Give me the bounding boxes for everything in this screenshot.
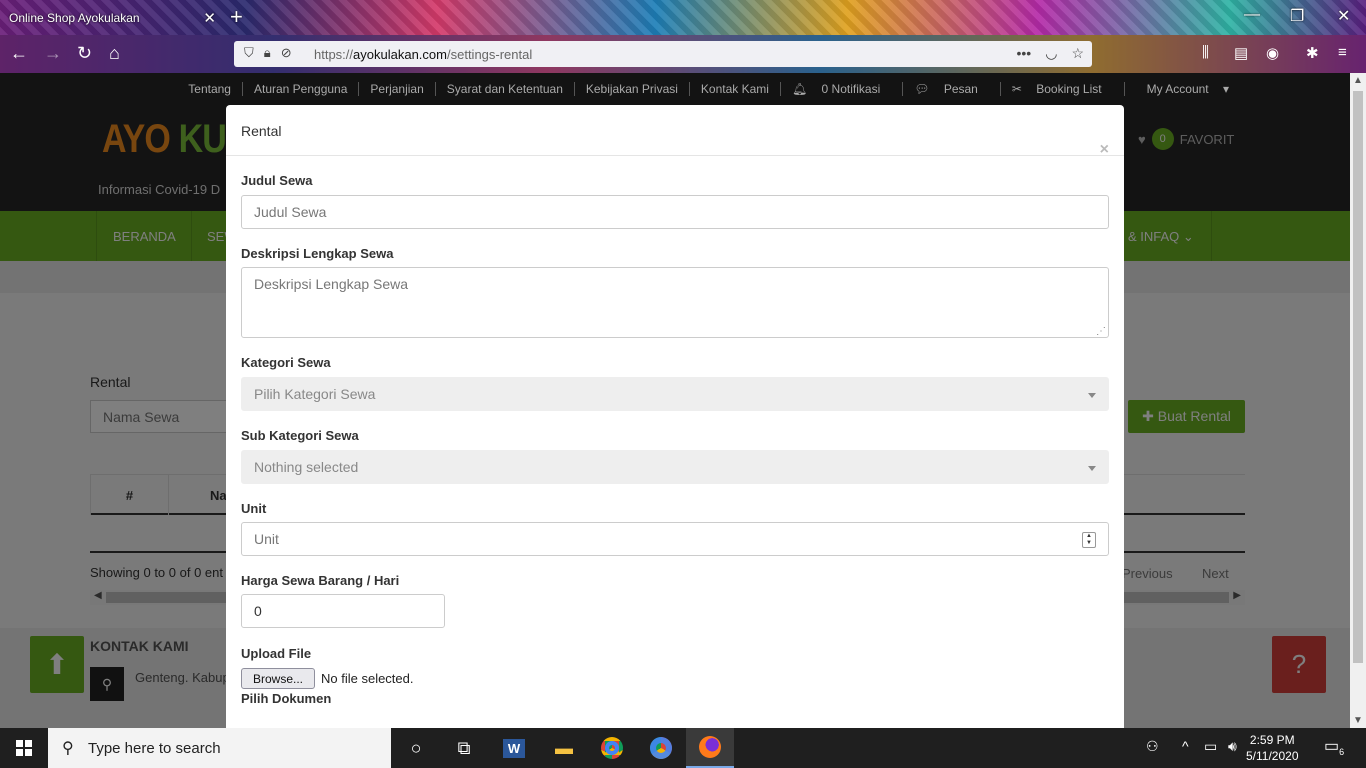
file-status: No file selected.: [321, 671, 414, 686]
windows-start-icon[interactable]: [16, 740, 32, 756]
toplink-booking[interactable]: ✂ Booking List: [1001, 82, 1125, 96]
unit-placeholder: Unit: [254, 531, 279, 547]
kategori-label: Kategori Sewa: [241, 355, 331, 370]
chevron-down-icon: [1088, 393, 1096, 398]
taskbar-search-placeholder: Type here to search: [88, 739, 221, 757]
scroll-up-icon[interactable]: ▲: [1353, 75, 1363, 86]
firefox-icon[interactable]: [686, 728, 734, 768]
account-icon[interactable]: ◉: [1266, 44, 1279, 62]
subkategori-value: Nothing selected: [254, 459, 359, 475]
library-icon[interactable]: ⫼: [1202, 44, 1209, 61]
system-clock[interactable]: 2:59 PM 5/11/2020: [1246, 732, 1299, 764]
browse-file-button[interactable]: Browse...: [241, 668, 315, 689]
cortana-icon[interactable]: ○: [392, 728, 440, 768]
sidebar-icon[interactable]: ▤: [1234, 44, 1248, 62]
unit-input[interactable]: Unit ▲ ▼: [241, 522, 1109, 556]
toplink-tentang[interactable]: Tentang: [177, 82, 243, 96]
forward-icon[interactable]: →: [44, 43, 62, 64]
url-path: /settings-rental: [446, 46, 533, 62]
pocket-icon[interactable]: ◡: [1045, 45, 1057, 62]
page-scroll-thumb[interactable]: [1353, 91, 1363, 663]
kategori-value: Pilih Kategori Sewa: [254, 386, 376, 402]
top-links: Tentang Aturan Pengguna Perjanjian Syara…: [177, 82, 1240, 96]
account-label: My Account: [1146, 82, 1209, 96]
more-actions-icon[interactable]: •••: [1017, 45, 1032, 62]
file-explorer-icon[interactable]: ▬: [540, 728, 588, 768]
address-bar[interactable]: ⛉ 🔒︎ ⊘ https:// ayokulakan.com /settings…: [234, 41, 1092, 67]
toplink-perjanjian[interactable]: Perjanjian: [359, 82, 436, 96]
browser-tab[interactable]: Online Shop Ayokulakan ✕: [0, 0, 228, 35]
upload-label: Upload File: [241, 646, 312, 661]
taskbar-search[interactable]: ⚲ Type here to search: [48, 728, 391, 768]
number-spinner-icon[interactable]: ▲ ▼: [1082, 532, 1096, 548]
rental-modal: Rental × Judul Sewa Judul Sewa Deskripsi…: [226, 105, 1124, 728]
deskripsi-textarea[interactable]: Deskripsi Lengkap Sewa: [241, 267, 1109, 338]
notif-count: 6: [1339, 747, 1345, 758]
clock-time: 2:59 PM: [1249, 733, 1295, 747]
booking-label: Booking List: [1036, 82, 1102, 96]
search-icon: ⚲: [62, 740, 74, 757]
scroll-down-icon[interactable]: ▼: [1353, 715, 1363, 726]
deskripsi-placeholder: Deskripsi Lengkap Sewa: [254, 276, 409, 292]
chrome-icon-2[interactable]: [637, 728, 685, 768]
modal-header: Rental ×: [226, 105, 1124, 159]
toplink-aturan[interactable]: Aturan Pengguna: [243, 82, 360, 96]
modal-title: Rental: [241, 123, 282, 139]
clock-date: 5/11/2020: [1246, 749, 1299, 763]
tab-title: Online Shop Ayokulakan: [9, 10, 140, 25]
toplink-syarat[interactable]: Syarat dan Ketentuan: [436, 82, 575, 96]
taskbar: ⚲ Type here to search ○ ⧉ W ▬ ⚇ ^ ▭ 🔊︎ 2…: [0, 728, 1366, 768]
extensions-icon[interactable]: ✱: [1306, 44, 1319, 62]
minimize-button[interactable]: —: [1244, 6, 1260, 24]
judul-input[interactable]: Judul Sewa: [241, 195, 1109, 229]
harga-label: Harga Sewa Barang / Hari: [241, 573, 400, 588]
word-icon[interactable]: W: [490, 728, 538, 768]
harga-input[interactable]: 0: [241, 594, 445, 628]
modal-close-button[interactable]: ×: [1100, 141, 1109, 159]
deskripsi-label: Deskripsi Lengkap Sewa: [241, 246, 394, 261]
page-vertical-scrollbar[interactable]: ▲ ▼: [1350, 73, 1366, 728]
notifikasi-label: 0 Notifikasi: [821, 82, 881, 96]
toplink-pesan[interactable]: 💬︎ Pesan: [903, 82, 1001, 96]
chrome-icon[interactable]: [588, 728, 636, 768]
toplink-notifikasi[interactable]: 🔔︎ 0 Notifikasi: [781, 82, 904, 96]
pilih-dokumen-label: Pilih Dokumen: [241, 691, 332, 706]
tab-close-icon[interactable]: ✕: [203, 9, 216, 27]
unit-label: Unit: [241, 501, 267, 516]
network-icon[interactable]: ▭: [1204, 738, 1217, 755]
lock-icon[interactable]: 🔒︎: [264, 45, 271, 61]
pesan-label: Pesan: [943, 82, 978, 96]
chevron-down-icon: [1088, 466, 1096, 471]
url-host: ayokulakan.com: [353, 46, 447, 62]
tray-chevron-icon[interactable]: ^: [1182, 738, 1189, 754]
people-icon[interactable]: ⚇: [1146, 738, 1159, 755]
kategori-select[interactable]: Pilih Kategori Sewa: [241, 377, 1109, 411]
back-icon[interactable]: ←: [10, 43, 28, 64]
toplink-kebijakan[interactable]: Kebijakan Privasi: [575, 82, 690, 96]
subkategori-select[interactable]: Nothing selected: [241, 450, 1109, 484]
notification-center-icon[interactable]: ▭6: [1324, 736, 1344, 757]
url-prefix: https://: [314, 46, 354, 62]
shield-icon[interactable]: ⛉: [244, 45, 254, 61]
maximize-button[interactable]: ❐: [1290, 6, 1304, 26]
subkategori-label: Sub Kategori Sewa: [241, 428, 359, 443]
window-close-button[interactable]: ✕: [1337, 6, 1350, 26]
tracking-icon: ⊘: [280, 45, 292, 60]
bookmark-star-icon[interactable]: ☆: [1071, 45, 1084, 62]
new-tab-button[interactable]: +: [230, 4, 252, 29]
volume-icon[interactable]: 🔊︎: [1228, 738, 1237, 755]
home-icon[interactable]: ⌂: [109, 43, 120, 64]
reload-icon[interactable]: ↻: [77, 43, 92, 64]
task-view-icon[interactable]: ⧉: [440, 728, 488, 768]
toplink-account[interactable]: My Account ▾: [1125, 82, 1240, 96]
toplink-kontak[interactable]: Kontak Kami: [690, 82, 781, 96]
judul-label: Judul Sewa: [241, 173, 313, 188]
menu-icon[interactable]: ≡: [1338, 44, 1347, 61]
